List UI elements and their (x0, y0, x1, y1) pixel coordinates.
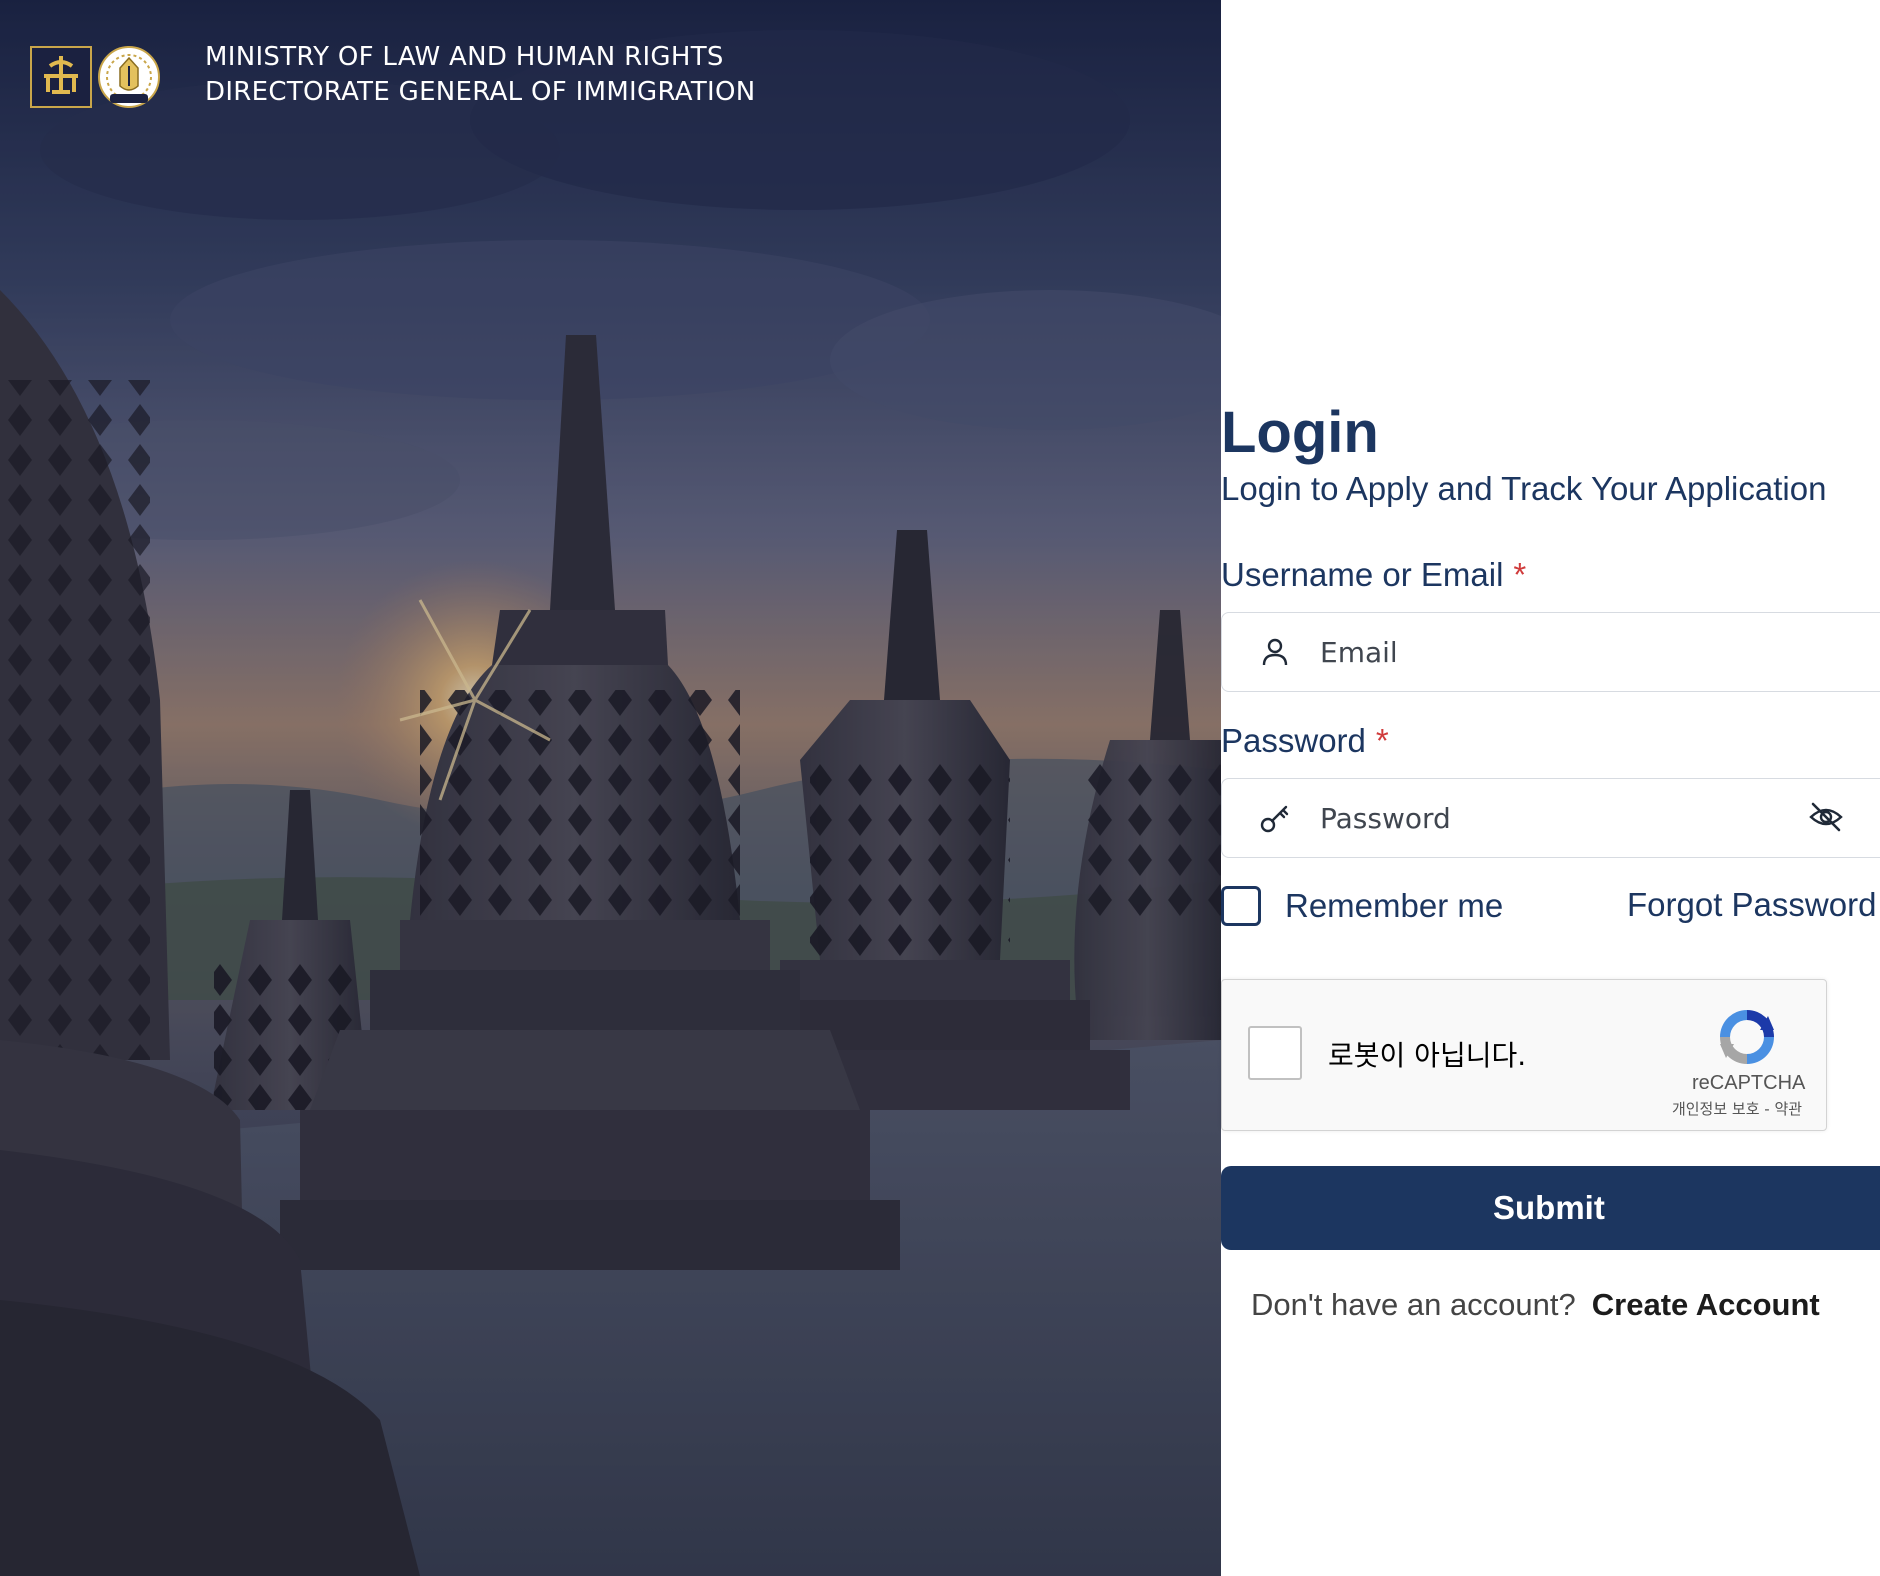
username-field-wrapper (1221, 612, 1880, 692)
signup-prompt: Don't have an account? Create Account (1251, 1287, 1820, 1323)
recaptcha-logo-icon (1720, 1010, 1774, 1064)
ministry-logos (30, 44, 162, 110)
remember-me[interactable]: Remember me (1221, 886, 1503, 926)
ministry-title: MINISTRY OF LAW AND HUMAN RIGHTS DIRECTO… (205, 40, 756, 110)
ministry-name: MINISTRY OF LAW AND HUMAN RIGHTS (205, 42, 724, 72)
submit-button[interactable]: Submit (1221, 1166, 1880, 1250)
recaptcha-label: 로봇이 아닙니다. (1328, 1039, 1527, 1072)
temple-background-image (0, 0, 1221, 1576)
remember-me-checkbox[interactable] (1221, 886, 1261, 926)
recaptcha-widget: 로봇이 아닙니다. reCAPTCHA 개인정보 보호 - 약관 (1221, 979, 1827, 1131)
key-icon (1260, 805, 1289, 833)
create-account-link[interactable]: Create Account (1592, 1287, 1820, 1322)
password-input[interactable] (1318, 779, 1782, 857)
user-icon (1262, 638, 1288, 666)
signup-question: Don't have an account? (1251, 1287, 1576, 1322)
password-field-wrapper (1221, 778, 1880, 858)
forgot-password-link[interactable]: Forgot Password (1627, 886, 1876, 924)
eye-off-icon[interactable] (1808, 799, 1844, 835)
pengayoman-logo-icon (30, 46, 92, 108)
password-label: Password * (1221, 722, 1389, 759)
required-asterisk: * (1375, 722, 1389, 759)
username-label: Username or Email * (1221, 556, 1527, 593)
remember-me-label: Remember me (1285, 887, 1504, 924)
recaptcha-terms-link[interactable]: 개인정보 보호 - 약관 (1662, 1098, 1812, 1119)
imigrasi-seal-icon (98, 46, 160, 108)
directorate-name: DIRECTORATE GENERAL OF IMMIGRATION (205, 77, 756, 107)
page-subtitle: Login to Apply and Track Your Applicatio… (1221, 470, 1827, 507)
hero-panel: MINISTRY OF LAW AND HUMAN RIGHTS DIRECTO… (0, 0, 1221, 1576)
recaptcha-checkbox[interactable] (1248, 1026, 1302, 1080)
login-panel: Login Login to Apply and Track Your Appl… (1221, 0, 1880, 1576)
required-asterisk: * (1513, 556, 1527, 593)
username-input[interactable] (1318, 613, 1782, 691)
recaptcha-brand: reCAPTCHA (1692, 1072, 1806, 1094)
page-title: Login (1221, 400, 1379, 465)
